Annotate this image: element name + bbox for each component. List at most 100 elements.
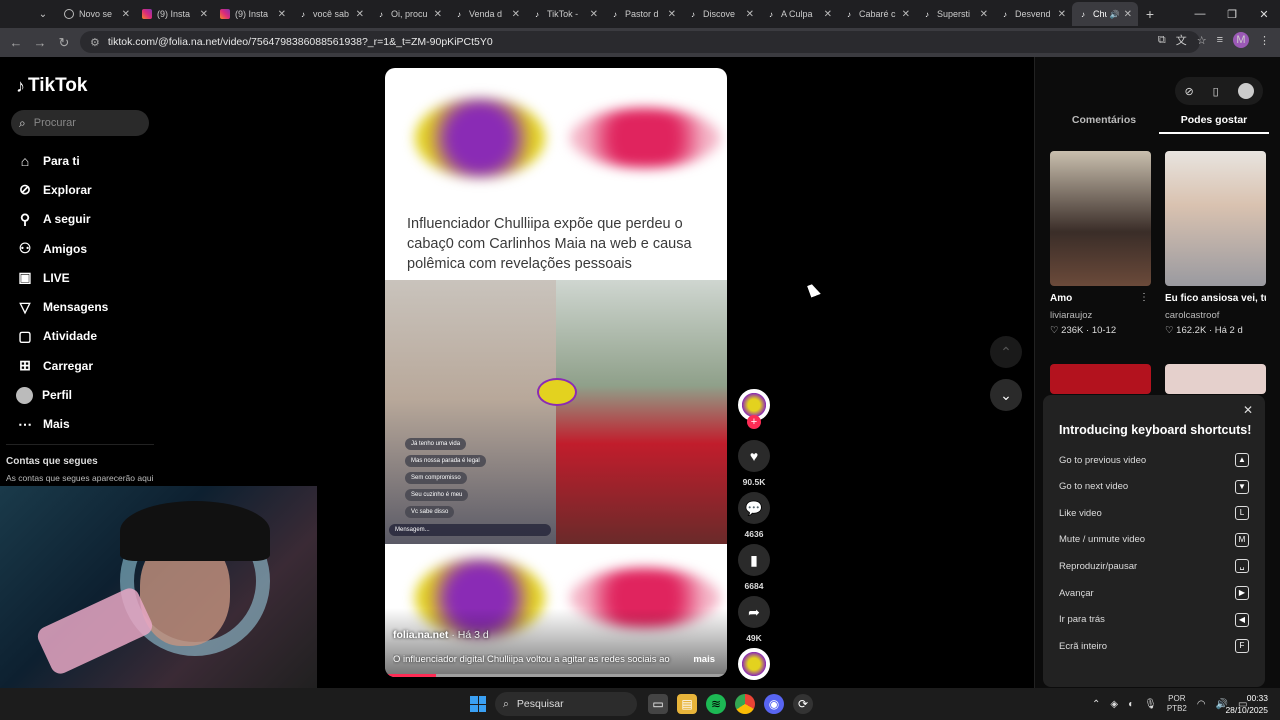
- taskbar-search[interactable]: ⌕ Pesquisar: [495, 692, 637, 716]
- tray-chevron-up-icon[interactable]: ⌃: [1092, 699, 1100, 710]
- browser-tab[interactable]: (9) Insta ✕: [136, 2, 214, 26]
- file-explorer-icon[interactable]: ▤: [677, 694, 697, 714]
- sidebar-item-atividade[interactable]: ▢ Atividade: [16, 322, 108, 351]
- video-author[interactable]: folia.na.net: [393, 629, 448, 641]
- tab-audio-icon[interactable]: 🔊: [1110, 10, 1120, 19]
- save-button[interactable]: ▮: [738, 544, 770, 576]
- chrome-icon[interactable]: [735, 694, 755, 714]
- tab-close-icon[interactable]: ✕: [200, 9, 208, 20]
- tab-close-icon[interactable]: ✕: [980, 9, 988, 20]
- suggested-thumbnail-partial[interactable]: [1050, 364, 1151, 394]
- minimize-button[interactable]: —: [1184, 8, 1216, 20]
- browser-tab[interactable]: Novo se ✕: [58, 2, 136, 26]
- close-icon[interactable]: ✕: [1243, 403, 1253, 417]
- compass-icon[interactable]: ⊘: [1184, 85, 1193, 98]
- translate-icon[interactable]: 文: [1176, 32, 1187, 48]
- browser-menu-icon[interactable]: ⋮: [1259, 34, 1270, 47]
- browser-tab[interactable]: (9) Insta ✕: [214, 2, 292, 26]
- cast-icon[interactable]: ⧉: [1158, 34, 1166, 47]
- tab-close-icon[interactable]: ✕: [356, 9, 364, 20]
- sidebar-item-perfil[interactable]: Perfil: [16, 380, 108, 409]
- tab-close-icon[interactable]: ✕: [824, 9, 832, 20]
- browser-tab[interactable]: ♪ Desvend ✕: [994, 2, 1072, 26]
- language-indicator[interactable]: POR PTB2: [1167, 694, 1187, 714]
- tray-app-icon[interactable]: ◈: [1110, 699, 1118, 710]
- media-controls-icon[interactable]: ≡: [1217, 34, 1223, 46]
- sidebar-item-mais[interactable]: ⋯ Mais: [16, 410, 108, 439]
- window-controls: — ❐ ✕: [1184, 0, 1280, 28]
- comment-button[interactable]: 💬: [738, 492, 770, 524]
- tab-close-icon[interactable]: ✕: [1124, 9, 1132, 20]
- user-avatar[interactable]: [1237, 83, 1254, 99]
- profile-avatar[interactable]: M: [1233, 32, 1249, 48]
- back-button[interactable]: ←: [4, 35, 28, 50]
- taskbar-clock[interactable]: 00:33 28/10/2025: [1225, 692, 1268, 716]
- tab-comments[interactable]: Comentários: [1049, 114, 1159, 134]
- tab-you-may-like[interactable]: Podes gostar: [1159, 114, 1269, 134]
- tab-close-icon[interactable]: ✕: [434, 9, 442, 20]
- tab-close-icon[interactable]: ✕: [590, 9, 598, 20]
- tab-search-button[interactable]: ⌄: [30, 3, 56, 25]
- browser-tab[interactable]: ♪ Discove ✕: [682, 2, 760, 26]
- tab-close-icon[interactable]: ✕: [902, 9, 910, 20]
- share-button[interactable]: ➦: [738, 596, 770, 628]
- browser-tab[interactable]: ♪ Supersti ✕: [916, 2, 994, 26]
- browser-tab[interactable]: ♪ Oi, procu ✕: [370, 2, 448, 26]
- sound-avatar[interactable]: [738, 648, 770, 680]
- tiktok-logo[interactable]: ♪ TikTok: [16, 75, 87, 97]
- bookmark-star-icon[interactable]: ☆: [1197, 34, 1207, 47]
- suggested-thumbnail-partial[interactable]: [1165, 364, 1266, 394]
- forward-button[interactable]: →: [28, 35, 52, 50]
- close-window-button[interactable]: ✕: [1248, 8, 1280, 21]
- more-options-icon[interactable]: ⋮: [1139, 292, 1149, 303]
- phone-icon[interactable]: ▯: [1213, 85, 1219, 98]
- sidebar-item-mensagens[interactable]: ▽ Mensagens: [16, 292, 109, 321]
- sidebar-item-explorar[interactable]: ⊘ Explorar: [16, 175, 108, 204]
- sidebar-item-carregar[interactable]: ⊞ Carregar: [16, 351, 108, 380]
- next-video-button[interactable]: ⌄: [990, 379, 1022, 411]
- previous-video-button[interactable]: ⌃: [990, 336, 1022, 368]
- microphone-icon[interactable]: 🎙: [1144, 699, 1157, 710]
- video-player[interactable]: Influenciador Chulliipa expõe que perdeu…: [385, 68, 727, 677]
- tab-close-icon[interactable]: ✕: [1058, 9, 1066, 20]
- browser-tab[interactable]: ♪ TikTok - ✕: [526, 2, 604, 26]
- tab-close-icon[interactable]: ✕: [278, 9, 286, 20]
- tab-close-icon[interactable]: ✕: [746, 9, 754, 20]
- search-placeholder: Procurar: [33, 117, 76, 129]
- windows-start-icon[interactable]: [470, 696, 486, 712]
- reload-button[interactable]: ↻: [52, 35, 76, 51]
- browser-tab[interactable]: ♪ Venda d ✕: [448, 2, 526, 26]
- browser-tab[interactable]: ♪ Chul🔊 ✕: [1072, 2, 1138, 26]
- browser-tab[interactable]: ♪ você sab ✕: [292, 2, 370, 26]
- browser-tab[interactable]: ♪ Cabaré c ✕: [838, 2, 916, 26]
- browser-tab[interactable]: ♪ Pastor d ✕: [604, 2, 682, 26]
- new-tab-button[interactable]: +: [1138, 6, 1162, 22]
- shortcut-row: Ecrã inteiro F: [1059, 639, 1249, 654]
- live-icon: ▣: [18, 269, 32, 286]
- like-button[interactable]: ♥: [738, 440, 770, 472]
- tab-close-icon[interactable]: ✕: [122, 9, 130, 20]
- wifi-icon[interactable]: ◠: [1197, 699, 1206, 710]
- app-icon[interactable]: ⟳: [793, 694, 813, 714]
- url-bar[interactable]: ⚙ tiktok.com/@folia.na.net/video/7564798…: [80, 31, 1200, 53]
- sidebar-item-para-ti[interactable]: ⌂ Para ti: [16, 146, 108, 175]
- suggested-video-card[interactable]: Eu fico ansiosa vei, tudo pra acordar ..…: [1165, 151, 1266, 336]
- tab-close-icon[interactable]: ✕: [668, 9, 676, 20]
- site-info-icon[interactable]: ⚙: [90, 36, 100, 49]
- sidebar-item-a-seguir[interactable]: ⚲ A seguir: [16, 205, 108, 234]
- more-link[interactable]: mais: [693, 654, 715, 665]
- search-input[interactable]: ⌕ Procurar: [11, 110, 149, 136]
- suggested-stats: ♡ 162.2K · Há 2 d: [1165, 325, 1266, 336]
- spotify-icon[interactable]: ≋: [706, 694, 726, 714]
- follow-plus-icon[interactable]: +: [747, 415, 761, 429]
- maximize-button[interactable]: ❐: [1216, 8, 1248, 21]
- tray-app-icon[interactable]: ◐: [1128, 699, 1134, 710]
- suggested-video-card[interactable]: Amo ⋮ liviaraujoz ♡ 236K · 10-12: [1050, 151, 1151, 336]
- sidebar-item-amigos[interactable]: ⚇ Amigos: [16, 234, 108, 263]
- browser-tab[interactable]: ♪ A Culpa ✕: [760, 2, 838, 26]
- task-view-icon[interactable]: ▭: [648, 694, 668, 714]
- discord-icon[interactable]: ◉: [764, 694, 784, 714]
- tab-close-icon[interactable]: ✕: [512, 9, 520, 20]
- video-progress-bar[interactable]: [385, 674, 727, 677]
- sidebar-item-live[interactable]: ▣ LIVE: [16, 263, 108, 292]
